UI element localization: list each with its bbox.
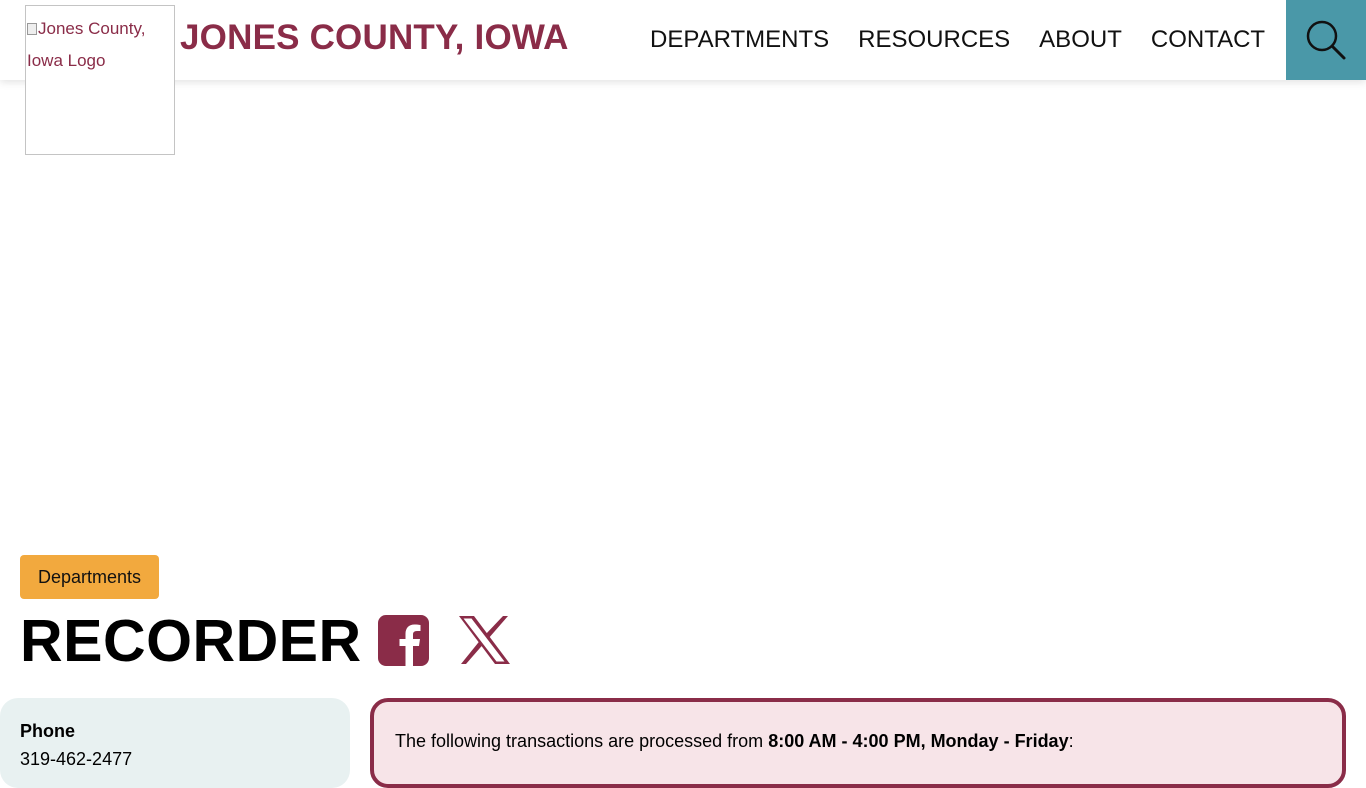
site-title[interactable]: JONES COUNTY, IOWA <box>180 18 569 58</box>
nav-about[interactable]: ABOUT <box>1039 26 1122 56</box>
departments-button[interactable]: Departments <box>20 555 159 599</box>
search-button[interactable] <box>1286 0 1366 80</box>
phone-label: Phone <box>20 721 76 741</box>
nav-resources[interactable]: RESOURCES <box>858 26 1010 56</box>
page-title: RECORDER <box>20 608 362 674</box>
notice-suffix: : <box>1068 731 1074 751</box>
logo-alt-text: Jones County, Iowa Logo <box>27 19 146 70</box>
notice-text: The following transactions are processed… <box>395 731 769 751</box>
facebook-icon[interactable] <box>378 615 429 666</box>
site-header: JONES COUNTY, IOWA DEPARTMENTS RESOURCES… <box>0 0 1366 80</box>
x-icon[interactable] <box>458 615 511 665</box>
contact-card: Phone 319-462-2477 <box>0 698 350 788</box>
site-logo[interactable]: Jones County, Iowa Logo <box>25 5 175 155</box>
main-nav: DEPARTMENTS RESOURCES ABOUT CONTACT <box>650 26 1265 56</box>
phone-value[interactable]: 319-462-2477 <box>20 747 330 771</box>
nav-contact[interactable]: CONTACT <box>1151 26 1265 56</box>
broken-image-icon <box>27 23 37 35</box>
search-icon <box>1306 20 1346 60</box>
nav-departments[interactable]: DEPARTMENTS <box>650 26 829 56</box>
notice-hours: 8:00 AM - 4:00 PM, Monday - Friday <box>768 731 1069 751</box>
hours-notice: The following transactions are processed… <box>370 698 1346 788</box>
